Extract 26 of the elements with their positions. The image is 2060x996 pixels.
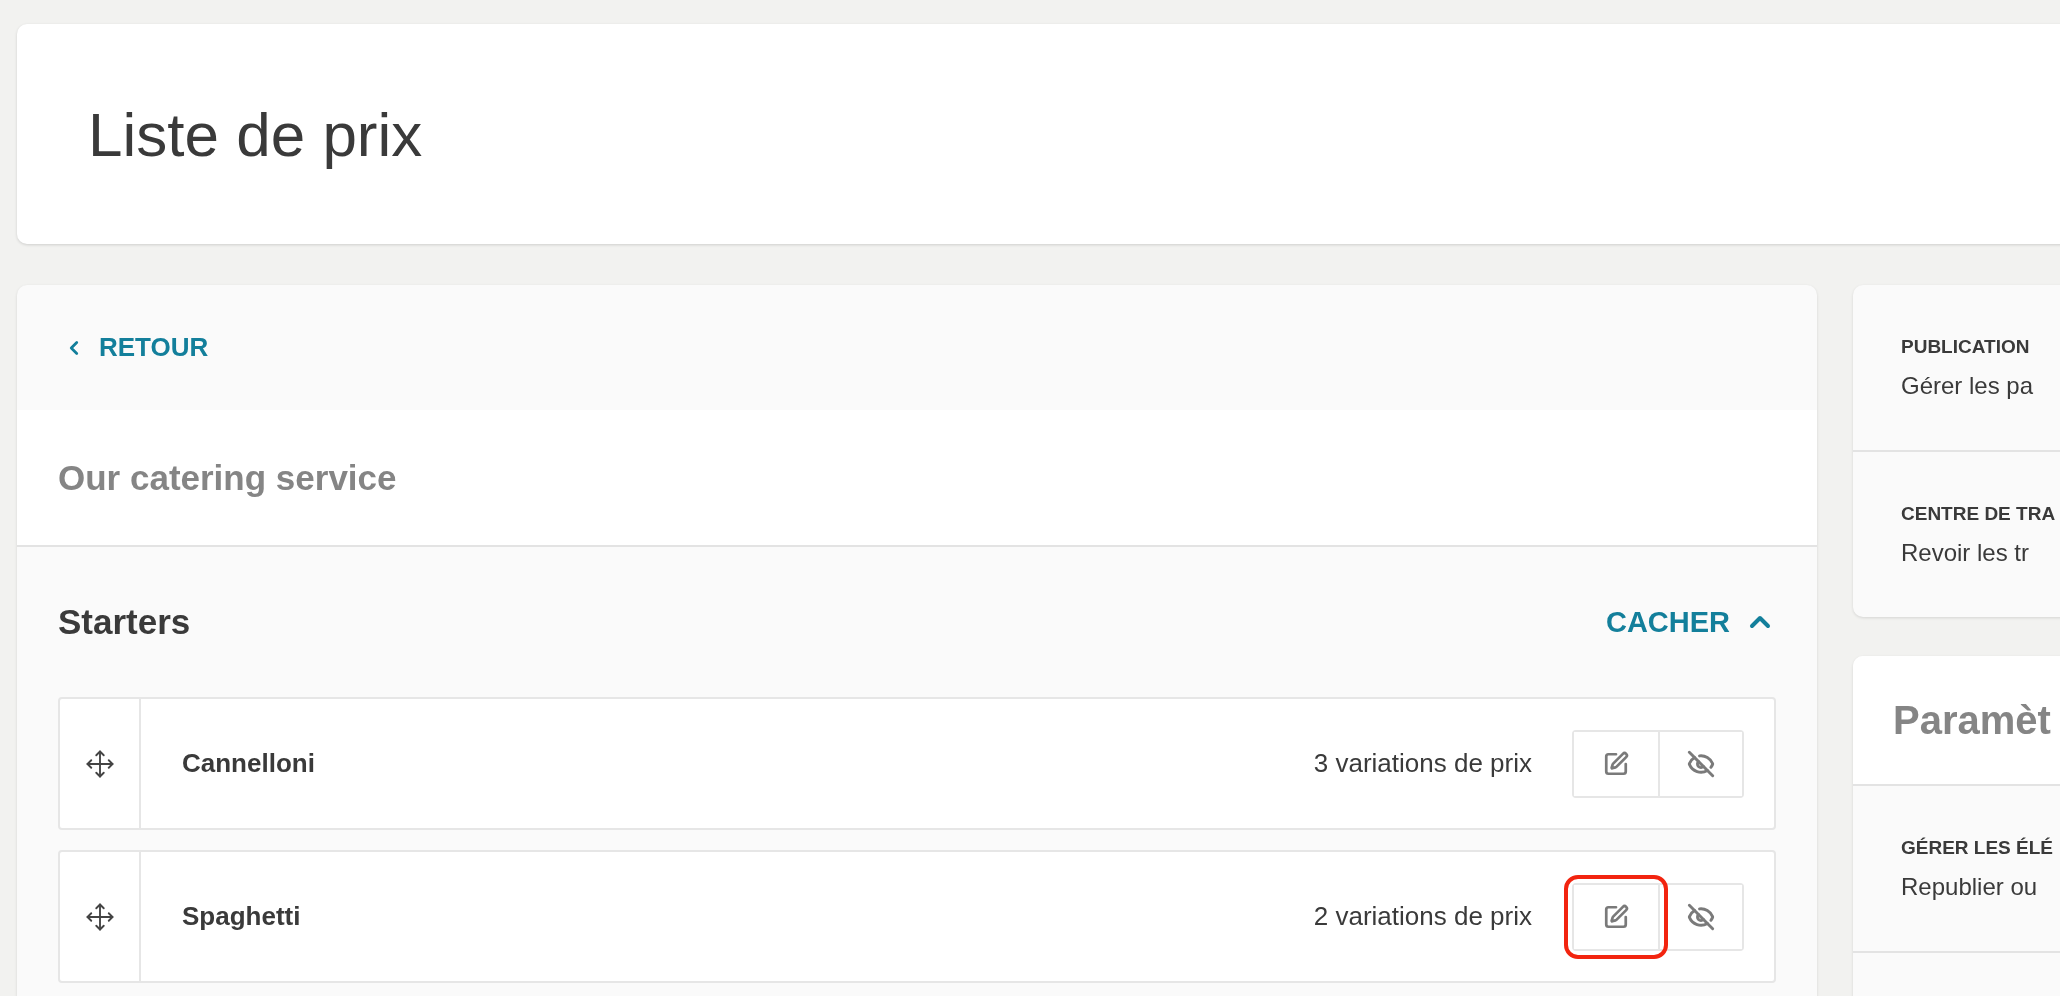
eye-off-icon	[1687, 902, 1715, 931]
move-icon	[84, 748, 115, 779]
page-title: Liste de prix	[88, 98, 423, 170]
edit-icon	[1603, 903, 1629, 930]
eye-off-icon	[1687, 749, 1715, 778]
entry-label: CENTRE DE TRA	[1901, 502, 2057, 525]
entry-label: PUBLICATION	[1901, 335, 2031, 358]
card-title: Paramèt	[1893, 697, 2051, 743]
variations-count: 2 variations de prix	[1313, 901, 1532, 932]
item-name: Cannelloni	[181, 748, 316, 779]
sidebar-entry[interactable]: CENTRE DE TRA Revoir les tr	[1853, 452, 2060, 617]
menu-title: Our catering service	[58, 457, 397, 498]
entry-label: GÉRER LES ÉLÉ	[1901, 836, 2055, 859]
hide-button[interactable]	[1658, 731, 1742, 796]
item-name: Spaghetti	[181, 901, 302, 932]
back-link[interactable]: RETOUR	[63, 332, 209, 363]
move-icon	[84, 901, 115, 932]
sidebar-entry[interactable]: PUBLICATION Gérer les pa	[1853, 285, 2060, 452]
hide-button[interactable]	[1658, 884, 1742, 949]
edit-icon	[1603, 750, 1629, 777]
entry-description: Revoir les tr	[1901, 538, 2031, 567]
variations-count: 3 variations de prix	[1313, 748, 1532, 779]
hide-toggle[interactable]: CACHER	[1605, 605, 1776, 639]
section-title: Starters	[58, 602, 191, 642]
entry-description: Republier ou	[1901, 872, 2039, 901]
entry-description: Gérer les pa	[1901, 371, 2035, 400]
